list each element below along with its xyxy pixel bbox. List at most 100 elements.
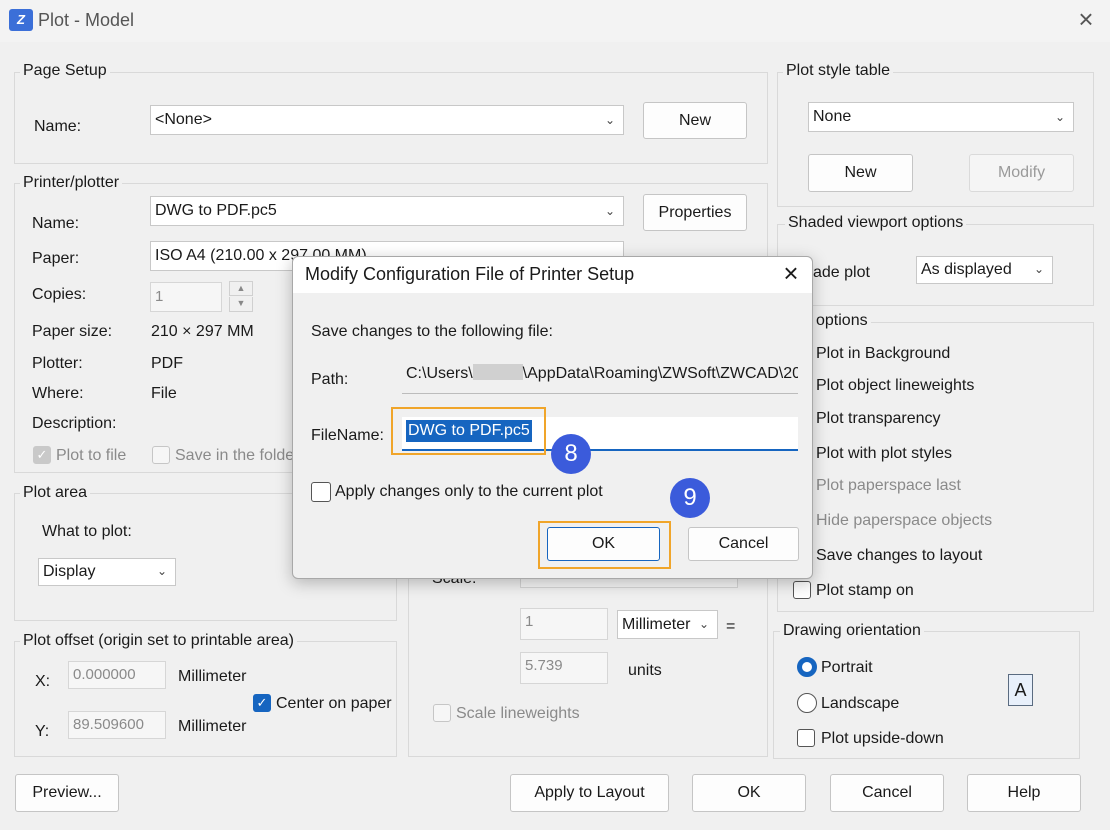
window-close-icon[interactable]: × xyxy=(1074,6,1098,32)
scale-lineweights-label: Scale lineweights xyxy=(456,705,580,722)
plot-style-value: None xyxy=(813,108,852,125)
where-value: File xyxy=(151,385,177,402)
printer-name-select[interactable]: DWG to PDF.pc5 ⌄ xyxy=(150,196,624,226)
portrait-radio[interactable] xyxy=(797,657,817,677)
dialog-title: Modify Configuration File of Printer Set… xyxy=(305,264,635,284)
copies-input[interactable]: 1 xyxy=(150,282,222,312)
scale-mm-input[interactable]: 1 xyxy=(520,608,608,640)
paper-size-label: Paper size: xyxy=(32,323,113,340)
path-value-start: C:\Users\ xyxy=(406,365,473,382)
plot-to-file-label: Plot to file xyxy=(56,447,127,464)
chevron-down-icon: ⌄ xyxy=(1054,110,1065,124)
shade-plot-select[interactable]: As displayed ⌄ xyxy=(916,256,1053,284)
scale-lineweights-checkbox[interactable] xyxy=(433,704,451,722)
step-8-badge: 8 xyxy=(551,434,591,474)
paper-label: Paper: xyxy=(32,250,80,267)
dialog-ok-button[interactable]: OK xyxy=(547,527,660,561)
what-to-plot-value: Display xyxy=(43,563,96,580)
redacted-username xyxy=(472,364,523,380)
plot-area-label: Plot area xyxy=(20,484,91,502)
plot-to-file-checkbox[interactable]: ✓ xyxy=(33,446,51,464)
orientation-label: Drawing orientation xyxy=(780,622,924,640)
plot-options-group xyxy=(777,322,1094,612)
plot-style-new-button[interactable]: New xyxy=(808,154,913,192)
shaded-viewport-label: Shaded viewport options xyxy=(785,214,967,232)
offset-x-input[interactable]: 0.000000 xyxy=(68,661,166,689)
scale-equals: = xyxy=(726,618,736,635)
copies-stepper[interactable]: ▲ ▼ xyxy=(229,281,253,313)
upside-down-checkbox[interactable] xyxy=(797,729,815,747)
center-on-paper-checkbox[interactable]: ✓ xyxy=(253,694,271,712)
plot-stamp-checkbox[interactable] xyxy=(793,581,811,599)
plot-offset-label: Plot offset (origin set to printable are… xyxy=(20,632,297,650)
chevron-down-icon: ⌄ xyxy=(698,617,709,631)
page-setup-name-label: Name: xyxy=(34,118,82,135)
step-9-badge: 9 xyxy=(670,478,710,518)
cancel-button[interactable]: Cancel xyxy=(830,774,944,812)
chevron-down-icon: ⌄ xyxy=(156,564,167,578)
app-logo-icon: Z xyxy=(9,9,33,31)
plot-style-select[interactable]: None ⌄ xyxy=(808,102,1074,132)
page-setup-name-select[interactable]: <None> ⌄ xyxy=(150,105,624,135)
preview-button[interactable]: Preview... xyxy=(15,774,119,812)
dialog-close-icon[interactable]: × xyxy=(779,259,803,287)
plotter-label: Plotter: xyxy=(32,355,83,372)
stepper-up-icon[interactable]: ▲ xyxy=(229,281,253,296)
landscape-radio[interactable] xyxy=(797,693,817,713)
filename-label: FileName: xyxy=(311,427,384,444)
paper-portrait-icon: A xyxy=(1008,674,1033,706)
offset-y-input[interactable]: 89.509600 xyxy=(68,711,166,739)
chevron-down-icon: ⌄ xyxy=(604,113,615,127)
scale-unit-select[interactable]: Millimeter ⌄ xyxy=(617,610,718,639)
plot-style-modify-button[interactable]: Modify xyxy=(969,154,1074,192)
offset-y-unit: Millimeter xyxy=(178,718,247,735)
path-value-end: \AppData\Roaming\ZWSoft\ZWCAD\20 xyxy=(522,365,798,382)
dialog-cancel-button[interactable]: Cancel xyxy=(688,527,799,561)
plotter-value: PDF xyxy=(151,355,183,372)
chevron-down-icon: ⌄ xyxy=(1033,262,1044,276)
page-setup-label: Page Setup xyxy=(20,62,110,80)
printer-group-label: Printer/plotter xyxy=(20,174,123,192)
upside-down-label: Plot upside-down xyxy=(821,730,944,747)
title-bar xyxy=(0,0,1110,42)
landscape-label: Landscape xyxy=(821,695,900,712)
offset-x-label: X: xyxy=(35,673,51,690)
apply-to-layout-button[interactable]: Apply to Layout xyxy=(510,774,669,812)
apply-current-label: Apply changes only to the current plot xyxy=(335,483,603,500)
page-setup-new-button[interactable]: New xyxy=(643,102,747,139)
properties-button[interactable]: Properties xyxy=(643,194,747,231)
save-changes-to-layout-label: Save changes to layout xyxy=(816,547,983,564)
save-in-folder-label: Save in the folde xyxy=(175,447,295,464)
hide-paperspace-objects-label: Hide paperspace objects xyxy=(816,512,993,529)
path-label: Path: xyxy=(311,371,349,388)
plot-transparency-label: Plot transparency xyxy=(816,410,941,427)
plot-in-background-label: Plot in Background xyxy=(816,345,951,362)
filename-highlight xyxy=(391,407,546,455)
printer-name-label: Name: xyxy=(32,215,80,232)
ok-button[interactable]: OK xyxy=(692,774,806,812)
apply-current-checkbox[interactable] xyxy=(311,482,331,502)
shade-plot-value: As displayed xyxy=(921,261,1012,278)
printer-name-value: DWG to PDF.pc5 xyxy=(155,202,277,219)
help-button[interactable]: Help xyxy=(967,774,1081,812)
plot-paperspace-last-label: Plot paperspace last xyxy=(816,477,961,494)
portrait-label: Portrait xyxy=(821,659,873,676)
what-to-plot-select[interactable]: Display ⌄ xyxy=(38,558,176,586)
scale-units-input[interactable]: 5.739 xyxy=(520,652,608,684)
scale-units-label: units xyxy=(628,662,662,679)
plot-object-lineweights-label: Plot object lineweights xyxy=(816,377,975,394)
path-field[interactable]: C:\Users\ \AppData\Roaming\ZWSoft\ZWCAD\2… xyxy=(402,360,798,394)
plot-options-label: options xyxy=(813,312,871,330)
paper-size-value: 210 × 297 MM xyxy=(151,323,254,340)
plot-stamp-label: Plot stamp on xyxy=(816,582,914,599)
offset-y-label: Y: xyxy=(35,723,50,740)
modify-config-dialog: Modify Configuration File of Printer Set… xyxy=(292,256,813,579)
plot-style-label: Plot style table xyxy=(783,62,894,80)
stepper-down-icon[interactable]: ▼ xyxy=(229,297,253,312)
where-label: Where: xyxy=(32,385,84,402)
description-label: Description: xyxy=(32,415,117,432)
window-title: Plot - Model xyxy=(38,10,135,30)
shade-plot-label: ade plot xyxy=(813,264,870,281)
save-in-folder-checkbox[interactable] xyxy=(152,446,170,464)
offset-x-unit: Millimeter xyxy=(178,668,247,685)
